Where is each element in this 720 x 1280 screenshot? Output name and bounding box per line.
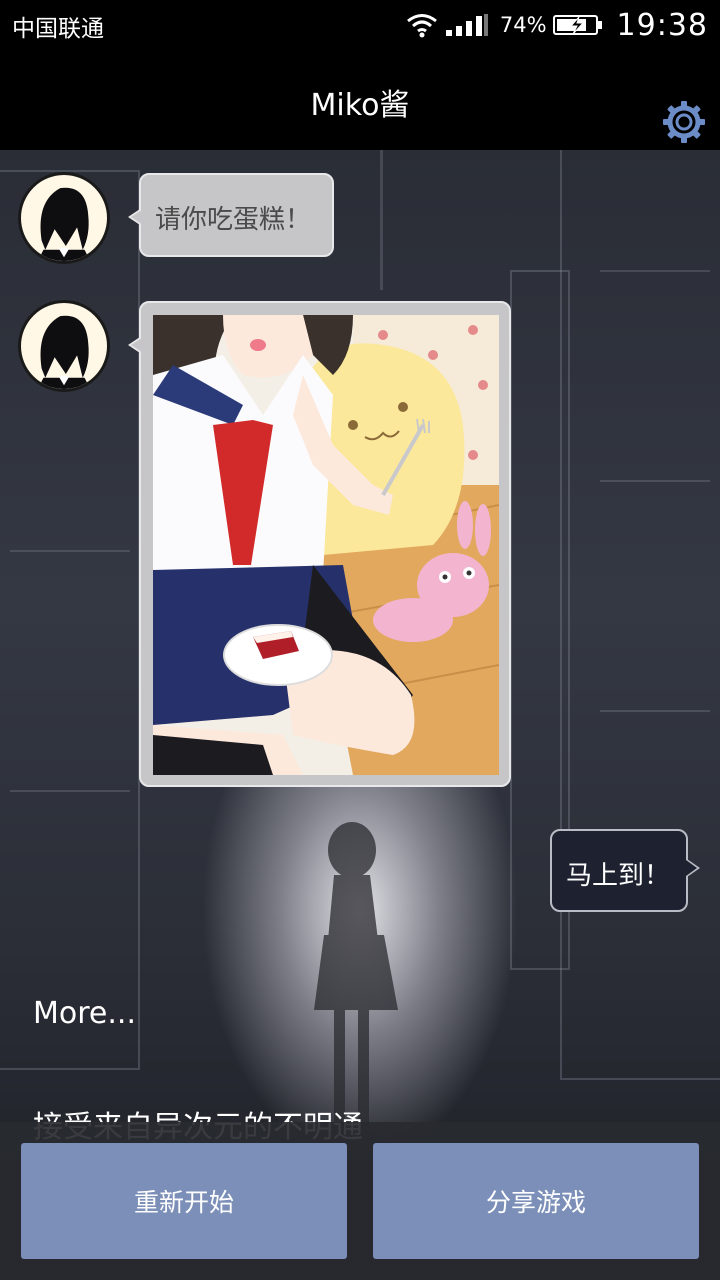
girl-silhouette [314,822,398,1141]
wifi-icon [406,14,437,38]
npc-avatar[interactable] [18,172,110,264]
cake-photo[interactable] [153,315,499,775]
status-indicators: 74% 19:38 [406,6,708,44]
background-line [600,480,710,482]
battery-charging-icon [552,15,602,35]
carrier-name: 中国联通 [12,16,104,42]
title-bar: Miko酱 [0,50,720,150]
battery-percent: 74% [499,13,547,37]
background-line [600,710,710,712]
gear-icon[interactable] [662,100,706,144]
background-line [10,790,130,792]
chat-title: Miko酱 [310,88,410,123]
more-link[interactable]: More... [33,996,136,1031]
chat-scene[interactable]: 请你吃蛋糕！ 马上到！ More... [0,150,720,1280]
share-game-button[interactable]: 分享游戏 [373,1143,699,1259]
restart-button[interactable]: 重新开始 [21,1143,347,1259]
clock: 19:38 [616,7,708,43]
npc-message-bubble: 请你吃蛋糕！ [128,173,334,257]
bottom-action-panel: 重新开始 分享游戏 [0,1122,720,1280]
background-pole [380,150,383,290]
player-message-text: 马上到！ [566,861,671,891]
background-line [10,550,130,552]
background-building [560,150,720,1080]
background-line [600,270,710,272]
signal-icon [445,14,488,36]
player-message-bubble: 马上到！ [550,829,700,912]
npc-avatar[interactable] [18,300,110,392]
npc-image-bubble[interactable] [128,301,511,787]
status-bar: 中国联通 74% 19:38 [0,0,720,50]
npc-message-text: 请你吃蛋糕！ [155,205,312,235]
